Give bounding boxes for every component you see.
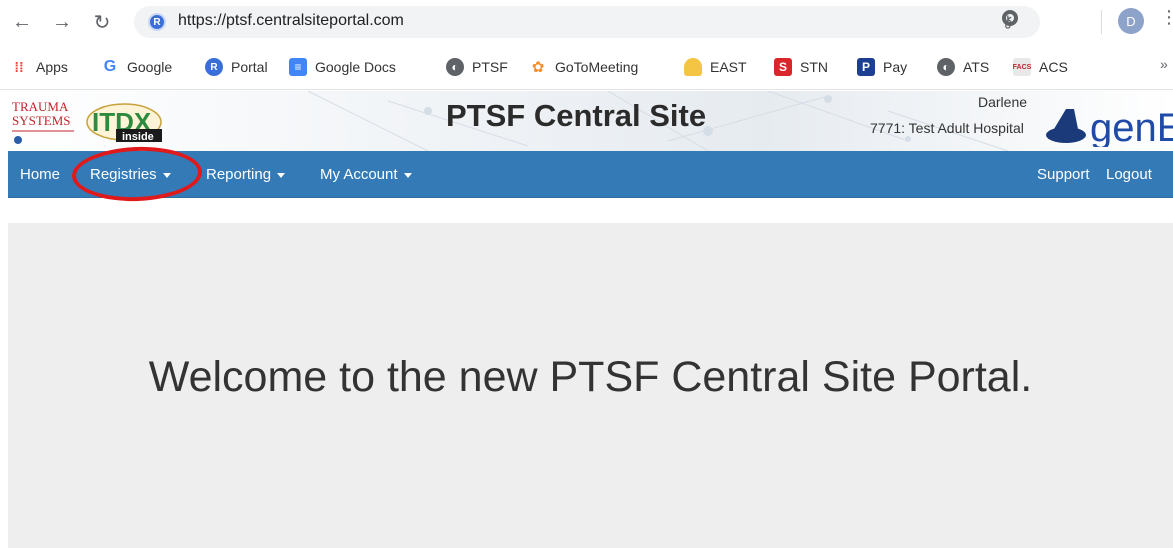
caret-down-icon xyxy=(162,172,171,178)
bookmark-ptsf[interactable]: ◐ PTSF xyxy=(446,56,508,78)
svg-text:TRAUMA: TRAUMA xyxy=(12,99,69,114)
bookmark-google-docs[interactable]: ≡ Google Docs xyxy=(289,56,396,78)
bookmark-portal[interactable]: R Portal xyxy=(205,56,268,78)
bookmark-acs[interactable]: FACS ACS xyxy=(1013,56,1068,78)
bookmark-pay[interactable]: P Pay xyxy=(857,56,907,78)
paypal-icon: P xyxy=(857,58,875,76)
welcome-jumbotron: Welcome to the new PTSF Central Site Por… xyxy=(8,223,1173,548)
bookmark-label: PTSF xyxy=(472,59,508,75)
site-favicon-icon: R xyxy=(148,13,166,31)
nav-registries-label: Registries xyxy=(90,166,157,183)
portal-icon: R xyxy=(205,58,223,76)
address-bar[interactable]: R https://ptsf.centralsiteportal.com ⚷ xyxy=(134,6,1040,38)
bookmark-stn[interactable]: S STN xyxy=(774,56,828,78)
gene-logo: genE xyxy=(1046,106,1173,147)
bookmark-label: STN xyxy=(800,59,828,75)
facs-icon: FACS xyxy=(1013,58,1031,76)
extension-icon[interactable] xyxy=(1002,10,1018,26)
bookmark-label: Google Docs xyxy=(315,59,396,75)
svg-text:inside: inside xyxy=(122,131,154,143)
hospital-name: 7771: Test Adult Hospital xyxy=(870,120,1024,136)
bookmark-label: ACS xyxy=(1039,59,1068,75)
bookmark-label: Pay xyxy=(883,59,908,75)
forward-arrow-icon[interactable]: → xyxy=(48,8,76,36)
nav-registries-dropdown[interactable]: Registries xyxy=(90,166,171,183)
gotomeeting-icon: ✿ xyxy=(531,59,545,76)
google-icon: G xyxy=(103,58,117,75)
site-title: PTSF Central Site xyxy=(446,98,707,133)
nav-home-label: Home xyxy=(20,166,61,183)
bookmark-east[interactable]: EAST xyxy=(684,56,747,78)
nav-home[interactable]: Home xyxy=(20,166,60,183)
globe-icon: ◐ xyxy=(937,58,955,76)
bookmark-apps[interactable]: ⁞⁞ Apps xyxy=(10,56,68,78)
nav-logout-label: Logout xyxy=(1106,166,1152,183)
caret-down-icon xyxy=(403,172,412,178)
url-text[interactable]: https://ptsf.centralsiteportal.com xyxy=(178,12,404,30)
bookmark-gotomeeting[interactable]: ✿ GoToMeeting xyxy=(529,56,639,78)
bookmark-ats[interactable]: ◐ ATS xyxy=(937,56,989,78)
browser-menu-icon[interactable]: ⋮ xyxy=(1160,8,1173,26)
nav-logout[interactable]: Logout xyxy=(1106,166,1152,183)
nav-reporting-dropdown[interactable]: Reporting xyxy=(206,166,286,183)
bookmark-label: EAST xyxy=(710,59,747,75)
nav-support[interactable]: Support xyxy=(1037,166,1090,183)
bookmark-label: Portal xyxy=(231,59,268,75)
east-icon xyxy=(684,58,702,76)
stn-icon: S xyxy=(774,58,792,76)
bookmarks-bar: ⁞⁞ Apps G Google R Portal ≡ Google Docs … xyxy=(0,44,1173,90)
user-name: Darlene xyxy=(978,94,1028,110)
bookmark-label: GoToMeeting xyxy=(555,59,639,75)
toolbar-separator xyxy=(1101,10,1102,34)
bookmark-google[interactable]: G Google xyxy=(101,56,172,78)
main-navbar: Home Registries Reporting My Account Sup… xyxy=(8,144,1173,204)
nav-my-account-dropdown[interactable]: My Account xyxy=(320,166,412,183)
docs-icon: ≡ xyxy=(289,58,307,76)
caret-down-icon xyxy=(277,172,286,178)
globe-icon: ◐ xyxy=(446,58,464,76)
bookmark-label: Apps xyxy=(36,59,68,75)
nav-support-label: Support xyxy=(1037,166,1090,183)
bookmarks-overflow-icon[interactable]: » xyxy=(1160,56,1168,72)
site-header: TRAUMA SYSTEMS ITDX inside PTSF Central … xyxy=(8,91,1173,151)
profile-avatar[interactable]: D xyxy=(1118,8,1144,34)
itdx-logo: ITDX inside xyxy=(86,103,162,143)
apps-grid-icon: ⁞⁞ xyxy=(14,59,24,75)
nav-reporting-label: Reporting xyxy=(206,166,272,183)
browser-toolbar: ← → ↻ R https://ptsf.centralsiteportal.c… xyxy=(0,0,1173,44)
bookmark-label: Google xyxy=(127,59,173,75)
reload-icon[interactable]: ↻ xyxy=(88,8,116,36)
nav-my-account-label: My Account xyxy=(320,166,398,183)
bookmark-label: ATS xyxy=(963,59,990,75)
svg-text:SYSTEMS: SYSTEMS xyxy=(12,113,71,128)
back-arrow-icon[interactable]: ← xyxy=(8,8,36,36)
svg-text:genE: genE xyxy=(1090,106,1173,147)
ptsf-logo: TRAUMA SYSTEMS xyxy=(12,99,74,144)
welcome-message: Welcome to the new PTSF Central Site Por… xyxy=(148,353,1033,401)
